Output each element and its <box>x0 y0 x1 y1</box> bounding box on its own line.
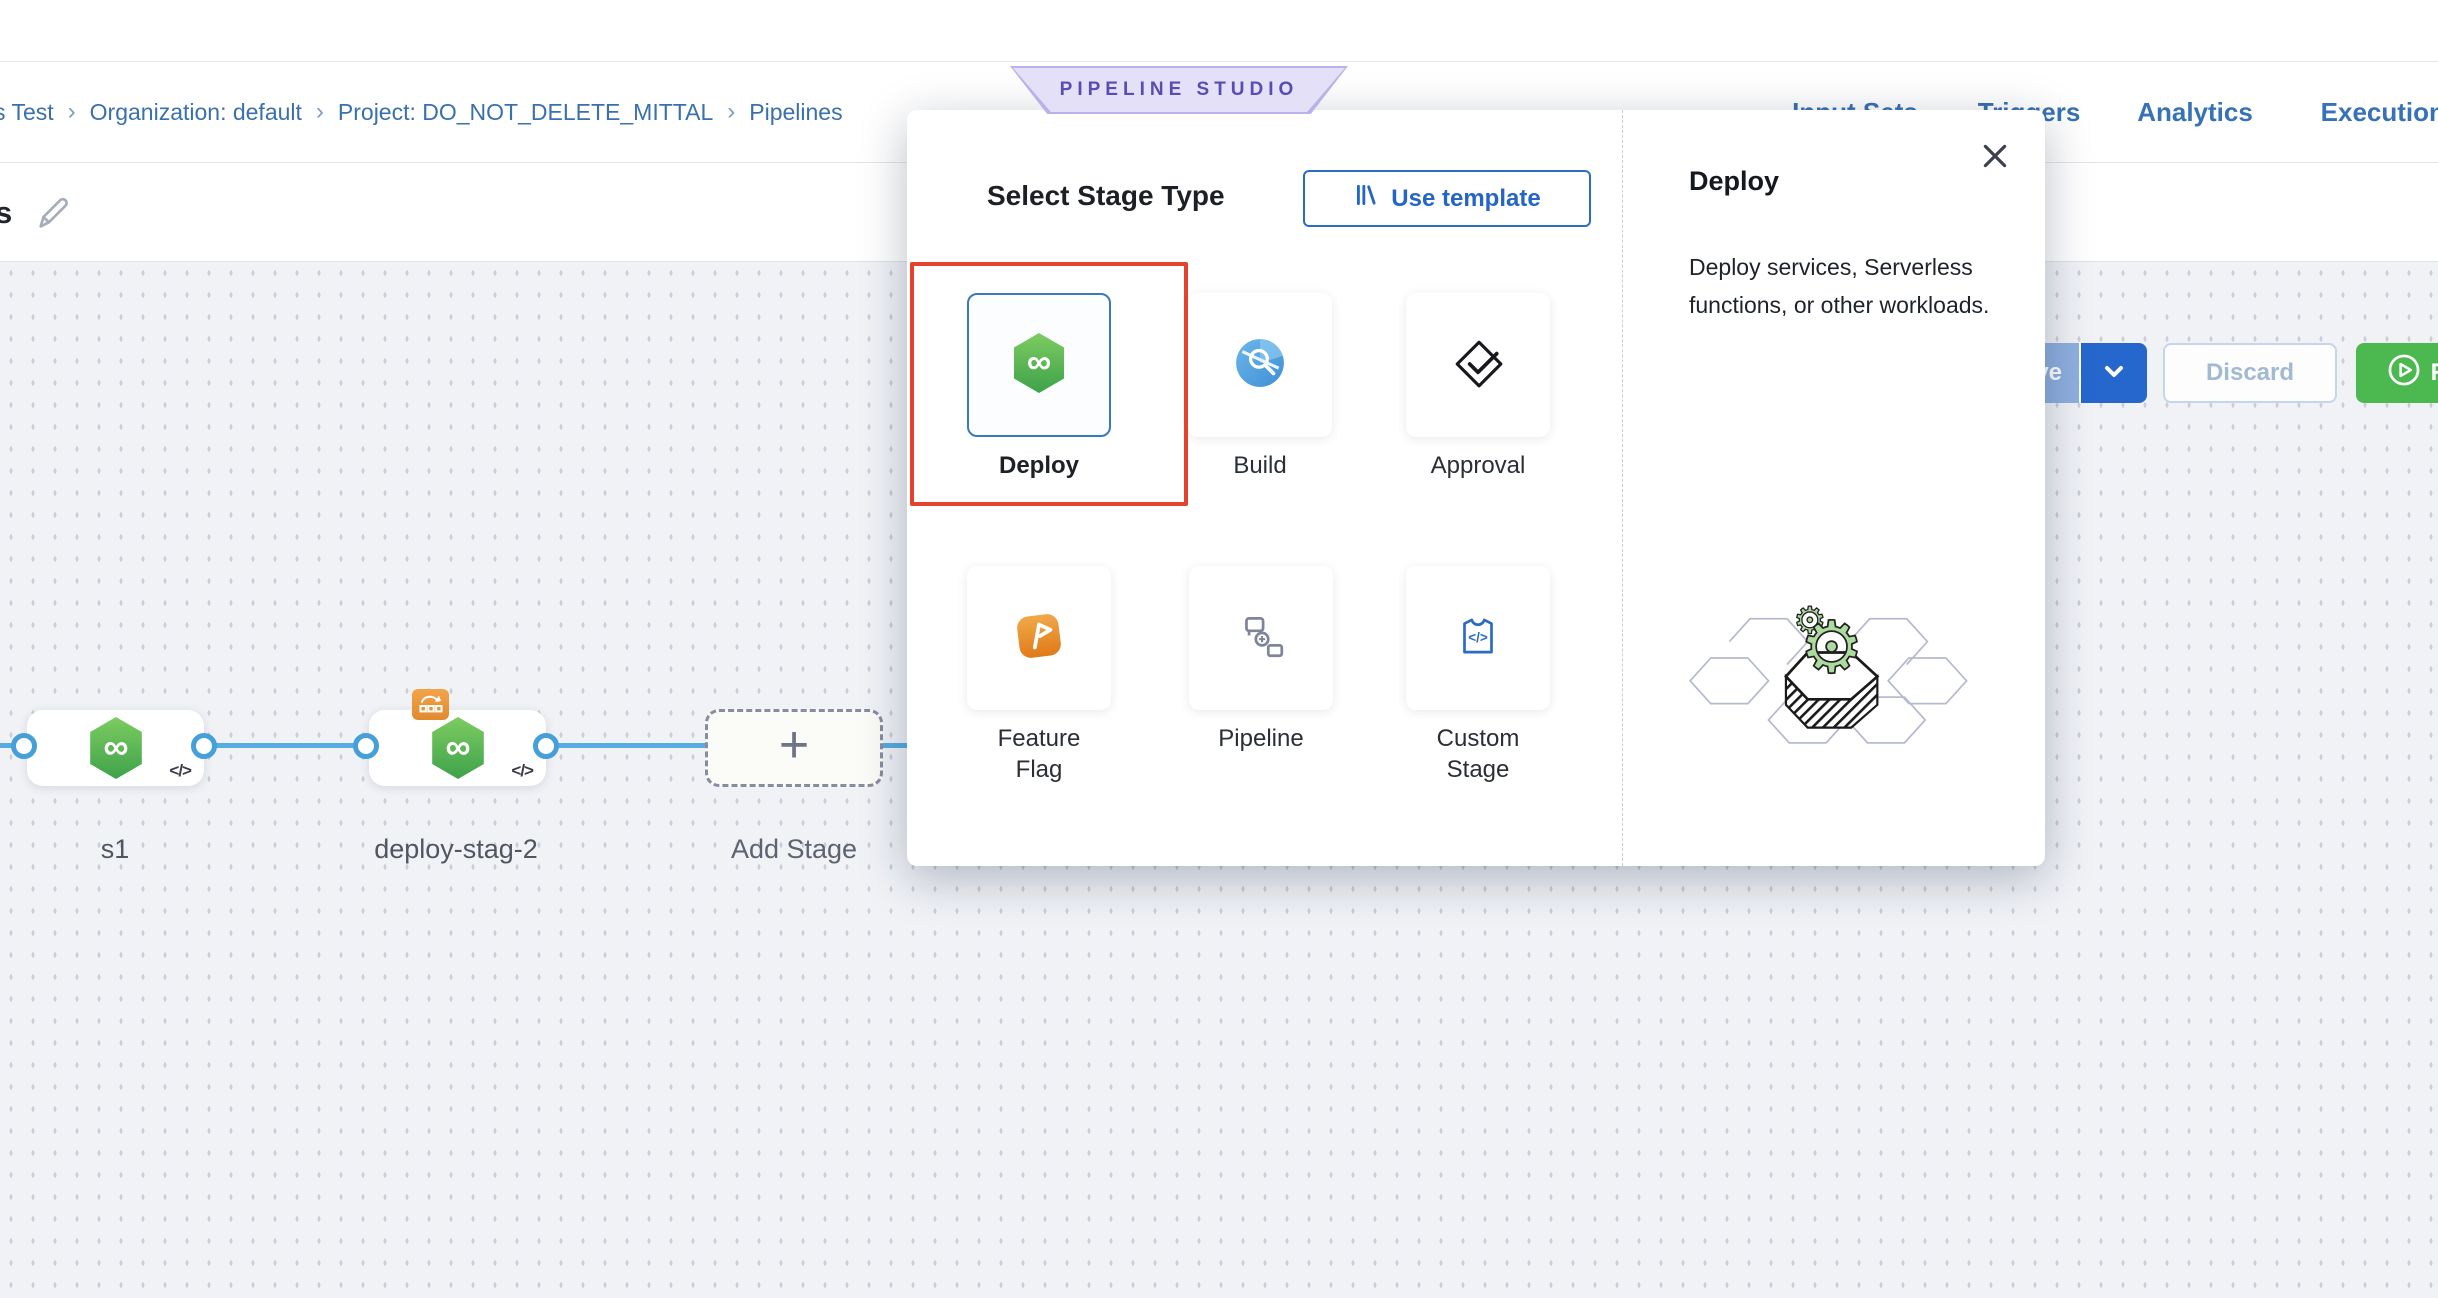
tab-executions[interactable]: Executions <box>2321 62 2438 162</box>
feature-flag-icon <box>1012 609 1066 668</box>
run-button-label: Run <box>2431 359 2438 387</box>
stage-type-label-feature-flag: Feature Flag <box>964 723 1114 785</box>
cd-infinity-glyph: ∞ <box>103 727 128 766</box>
plus-icon: + <box>779 715 809 775</box>
stage-type-card-pipeline[interactable] <box>1189 566 1333 710</box>
connector-port[interactable] <box>533 733 559 759</box>
stage-node-deploy-stag-2[interactable]: ∞ </> <box>369 710 546 786</box>
connector-port[interactable] <box>191 733 217 759</box>
breadcrumb-item-organization[interactable]: Organization: default <box>90 99 302 126</box>
stage-type-label-custom: Custom Stage <box>1403 723 1553 785</box>
stage-type-card-build[interactable] <box>1188 293 1332 437</box>
deploy-illustration: ⚙ ⚙ <box>1685 572 1975 762</box>
edit-pencil-icon[interactable] <box>34 194 72 237</box>
template-library-icon <box>1353 182 1379 215</box>
stage-label-deploy-stag-2: deploy-stag-2 <box>374 834 538 865</box>
breadcrumb-separator: › <box>727 98 735 126</box>
pipeline-name: s <box>0 163 12 263</box>
play-circle-icon <box>2387 353 2421 394</box>
use-template-label: Use template <box>1391 185 1540 213</box>
stage-type-label-build: Build <box>1185 450 1335 481</box>
pipeline-studio-page: s Test › Organization: default › Project… <box>0 0 2438 1298</box>
add-stage-button[interactable]: + <box>705 709 883 787</box>
custom-stage-icon: </> <box>1451 609 1505 668</box>
breadcrumb-separator: › <box>68 98 76 126</box>
run-button[interactable]: Run <box>2356 343 2438 403</box>
close-icon[interactable] <box>1979 140 2011 172</box>
breadcrumb-item-pipelines[interactable]: Pipelines <box>749 99 842 126</box>
stage-type-card-feature-flag[interactable] <box>967 566 1111 710</box>
pipeline-chain-icon <box>1234 609 1288 668</box>
approval-check-icon <box>1451 336 1505 395</box>
breadcrumb-separator: › <box>316 98 324 126</box>
cd-hexagon-icon: ∞ <box>429 716 487 785</box>
connector-port[interactable] <box>353 733 379 759</box>
cd-infinity-glyph: ∞ <box>445 727 470 766</box>
rollback-badge-icon[interactable] <box>412 689 449 720</box>
connector-port[interactable] <box>11 733 37 759</box>
pipeline-studio-banner: PIPELINE STUDIO <box>1010 66 1348 114</box>
banner-label: PIPELINE STUDIO <box>1013 68 1345 112</box>
discard-button[interactable]: Discard <box>2163 343 2337 403</box>
custom-stage-code-glyph: </> <box>1468 630 1488 645</box>
tab-analytics[interactable]: Analytics <box>2137 62 2253 162</box>
save-options-button[interactable] <box>2081 343 2147 403</box>
stage-detail-description: Deploy services, Serverless functions, o… <box>1689 248 2019 324</box>
cd-hexagon-icon: ∞ <box>87 716 145 785</box>
svg-text:⚙: ⚙ <box>1799 605 1863 689</box>
annotation-highlight-rect <box>910 262 1188 506</box>
use-template-button[interactable]: Use template <box>1303 170 1591 227</box>
stage-type-label-approval: Approval <box>1403 450 1553 481</box>
stage-type-card-approval[interactable] <box>1406 293 1550 437</box>
stage-detail-title: Deploy <box>1689 166 1779 197</box>
code-icon[interactable]: </> <box>511 761 533 781</box>
stage-label-s1: s1 <box>101 834 130 865</box>
breadcrumb: s Test › Organization: default › Project… <box>0 62 843 162</box>
chevron-down-icon <box>2101 358 2127 389</box>
add-stage-label: Add Stage <box>731 834 857 865</box>
modal-title: Select Stage Type <box>987 180 1225 212</box>
stage-detail-panel: Deploy Deploy services, Serverless funct… <box>1623 110 2045 866</box>
top-bar <box>0 0 2438 62</box>
code-icon[interactable]: </> <box>169 761 191 781</box>
stage-type-card-custom[interactable]: </> <box>1406 566 1550 710</box>
stage-type-label-pipeline: Pipeline <box>1186 723 1336 754</box>
stage-node-s1[interactable]: ∞ </> <box>27 710 204 786</box>
breadcrumb-item-project[interactable]: Project: DO_NOT_DELETE_MITTAL <box>338 99 713 126</box>
ci-build-icon <box>1233 336 1287 395</box>
breadcrumb-item-account[interactable]: s Test <box>0 99 54 126</box>
